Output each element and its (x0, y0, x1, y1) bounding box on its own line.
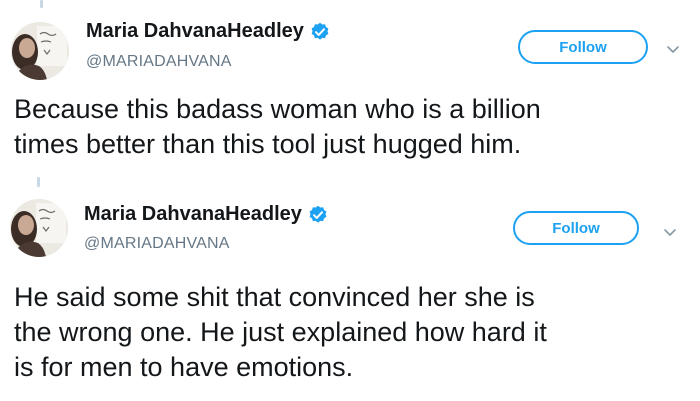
chevron-down-icon[interactable] (666, 42, 680, 53)
avatar[interactable] (10, 199, 68, 257)
tweet[interactable]: Maria DahvanaHeadley @MARIADAHVANA Follo… (0, 0, 700, 190)
display-name[interactable]: Maria DahvanaHeadley (86, 20, 304, 43)
avatar[interactable] (11, 22, 69, 80)
author-name-row[interactable]: Maria DahvanaHeadley (86, 20, 330, 43)
verified-badge-icon (310, 22, 330, 42)
tweet-text: He said some shit that convinced her she… (14, 282, 547, 382)
verified-badge-icon (308, 205, 328, 225)
thread-connector (37, 177, 40, 187)
user-handle[interactable]: @MARIADAHVANA (86, 53, 232, 71)
user-handle[interactable]: @MARIADAHVANA (84, 235, 230, 253)
author-name-row[interactable]: Maria DahvanaHeadley (84, 203, 328, 226)
follow-button[interactable]: Follow (513, 211, 639, 245)
tweet-text: Because this badass woman who is a billi… (14, 94, 541, 159)
thread-connector (40, 0, 43, 8)
chevron-down-icon[interactable] (663, 225, 677, 236)
display-name[interactable]: Maria DahvanaHeadley (84, 203, 302, 226)
follow-button[interactable]: Follow (518, 30, 648, 64)
tweet[interactable]: Maria DahvanaHeadley @MARIADAHVANA Follo… (0, 175, 700, 401)
